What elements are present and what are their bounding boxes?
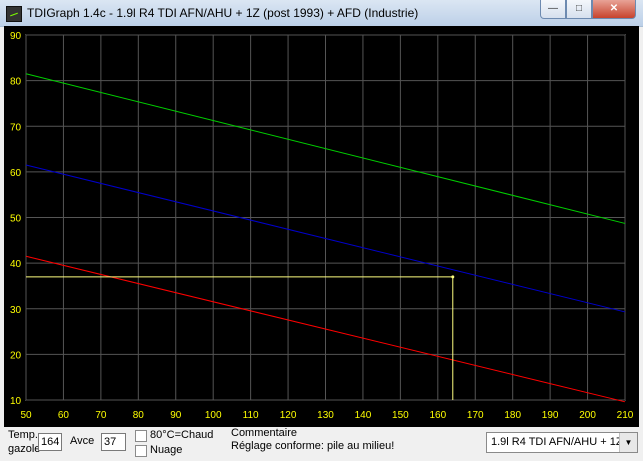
y-tick-label: 70 [10,122,22,133]
y-tick-label: 60 [10,168,22,179]
x-tick-label: 140 [355,410,372,421]
x-tick-label: 110 [243,410,259,421]
x-tick-label: 190 [542,410,559,421]
engine-select[interactable]: 1.9l R4 TDI AFN/AHU + 1Z ▼ [486,432,638,453]
x-tick-label: 180 [504,410,521,421]
y-tick-label: 50 [10,214,22,225]
maximize-button[interactable]: □ [566,0,592,19]
chaud-label: 80°C=Chaud [150,429,214,441]
nuage-label: Nuage [150,444,183,456]
x-tick-label: 170 [467,410,484,421]
x-tick-label: 90 [170,410,182,421]
app-icon [6,6,22,22]
window-title: TDIGraph 1.4c - 1.9l R4 TDI AFN/AHU + 1Z… [27,6,419,20]
comment-label: Commentaire [231,427,298,439]
avce-label: Avce [70,435,95,447]
y-tick-label: 10 [10,396,22,407]
y-tick-label: 30 [10,305,22,316]
y-tick-label: 20 [10,350,22,361]
app-window: TDIGraph 1.4c - 1.9l R4 TDI AFN/AHU + 1Z… [0,0,643,461]
injection-chart: 50 60 70 80 90 100 110 120 130 140 150 160 170 180 190… [10,31,634,421]
minimize-button[interactable]: — [540,0,566,19]
control-panel: Temp. gazole Avce 80°C=Chaud Nuage Comme… [0,427,643,461]
temp-input[interactable] [38,433,62,451]
x-tick-label: 150 [392,410,409,421]
x-tick-label: 70 [95,410,107,421]
marker-point [451,275,455,279]
x-tick-label: 100 [205,410,222,421]
x-tick-label: 160 [429,410,446,421]
x-tick-label: 80 [133,410,145,421]
x-tick-label: 60 [58,410,70,421]
avce-input[interactable] [101,433,126,451]
chevron-down-icon[interactable]: ▼ [619,433,637,452]
chaud-checkbox[interactable] [135,430,147,442]
x-tick-label: 120 [280,410,297,421]
temp-label-line2: gazole [8,443,41,455]
comment-text: Réglage conforme: pile au milieu! [231,440,395,452]
x-tick-label: 130 [317,410,334,421]
close-button[interactable]: ✕ [592,0,636,19]
x-tick-label: 210 [617,410,634,421]
engine-select-value: 1.9l R4 TDI AFN/AHU + 1Z [491,436,623,448]
x-tick-label: 50 [20,410,32,421]
y-tick-label: 40 [10,259,22,270]
nuage-checkbox[interactable] [135,445,147,457]
y-tick-label: 90 [10,31,22,42]
x-tick-label: 200 [579,410,596,421]
y-tick-label: 80 [10,77,22,88]
title-bar: TDIGraph 1.4c - 1.9l R4 TDI AFN/AHU + 1Z… [0,0,643,27]
temp-label: Temp. [8,429,38,441]
chart-area: 50 60 70 80 90 100 110 120 130 140 150 160 170 180 190… [4,26,639,427]
